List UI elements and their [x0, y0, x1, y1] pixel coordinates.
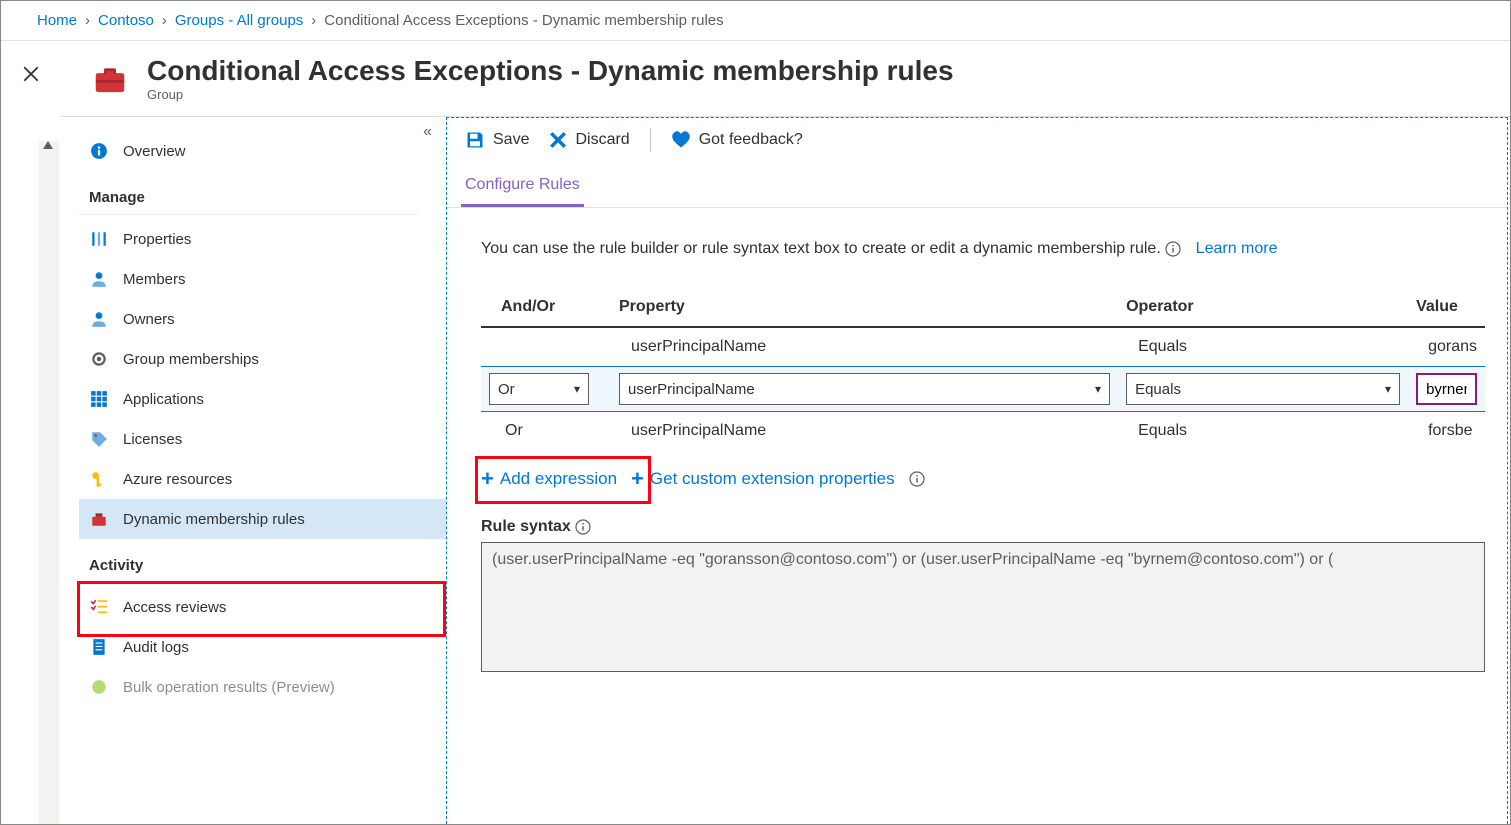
sidebar-item-label: Dynamic membership rules [123, 511, 305, 528]
person-icon [89, 309, 109, 329]
cell-property: userPrincipalName [611, 412, 1118, 451]
column-value: Value [1408, 288, 1485, 327]
custom-extension-button[interactable]: + Get custom extension properties [631, 468, 895, 490]
chevron-down-icon: ▾ [1385, 382, 1391, 396]
sidebar: « Overview Manage Properties [61, 117, 446, 824]
page-title: Conditional Access Exceptions - Dynamic … [147, 55, 954, 87]
add-expression-button[interactable]: + Add expression [481, 468, 617, 490]
sidebar-item-overview[interactable]: Overview [79, 131, 446, 171]
sidebar-item-label: Azure resources [123, 471, 232, 488]
tab-configure-rules[interactable]: Configure Rules [461, 166, 584, 207]
document-icon [89, 637, 109, 657]
sidebar-item-label: Owners [123, 311, 175, 328]
cell-andor [481, 327, 611, 367]
andor-dropdown[interactable]: Or ▾ [489, 373, 589, 405]
property-dropdown[interactable]: userPrincipalName ▾ [619, 373, 1110, 405]
info-icon [89, 141, 109, 161]
toolbar-divider [650, 128, 651, 152]
sidebar-item-audit-logs[interactable]: Audit logs [79, 627, 446, 667]
breadcrumb: Home › Contoso › Groups - All groups › C… [1, 1, 1510, 41]
learn-more-link[interactable]: Learn more [1196, 240, 1278, 257]
sidebar-section-activity: Activity [79, 539, 418, 583]
cell-value: forsbe [1408, 412, 1485, 451]
sidebar-item-access-reviews[interactable]: Access reviews [79, 587, 446, 627]
key-icon [89, 469, 109, 489]
sidebar-item-owners[interactable]: Owners [79, 299, 446, 339]
table-row: userPrincipalName Equals gorans [481, 327, 1485, 367]
discard-button[interactable]: Discard [549, 131, 629, 149]
sliders-icon [89, 229, 109, 249]
tag-icon [89, 429, 109, 449]
rule-syntax-label: Rule syntax [481, 518, 1485, 536]
cell-property: userPrincipalName [611, 327, 1118, 367]
value-input[interactable] [1416, 373, 1477, 405]
cell-operator: Equals [1118, 327, 1408, 367]
results-icon [89, 677, 109, 697]
sidebar-item-group-memberships[interactable]: Group memberships [79, 339, 446, 379]
table-row-active: Or ▾ userPrincipalName ▾ [481, 367, 1485, 412]
sidebar-item-azure-resources[interactable]: Azure resources [79, 459, 446, 499]
info-icon [909, 471, 925, 487]
cell-operator: Equals [1118, 412, 1408, 451]
save-label: Save [493, 131, 529, 149]
tab-bar: Configure Rules [447, 166, 1507, 208]
sidebar-item-label: Access reviews [123, 599, 226, 616]
chevron-right-icon: › [85, 12, 90, 29]
sidebar-item-properties[interactable]: Properties [79, 219, 446, 259]
plus-icon: + [631, 468, 644, 490]
scrollbar[interactable] [39, 141, 59, 824]
operator-dropdown[interactable]: Equals ▾ [1126, 373, 1400, 405]
chevron-right-icon: › [311, 12, 316, 29]
sidebar-item-label: Audit logs [123, 639, 189, 656]
discard-label: Discard [575, 131, 629, 149]
chevron-down-icon: ▾ [574, 382, 580, 396]
chevron-down-icon: ▾ [1095, 382, 1101, 396]
sidebar-item-label: Bulk operation results (Preview) [123, 679, 335, 696]
rule-syntax-textbox[interactable]: (user.userPrincipalName -eq "goransson@c… [481, 542, 1485, 672]
blade-content: Save Discard Got feedback? Configure Rul… [446, 117, 1508, 824]
column-operator: Operator [1118, 288, 1408, 327]
feedback-button[interactable]: Got feedback? [671, 130, 803, 150]
breadcrumb-groups[interactable]: Groups - All groups [175, 12, 303, 29]
table-row: Or userPrincipalName Equals forsbe [481, 412, 1485, 451]
sidebar-item-label: Members [123, 271, 186, 288]
sidebar-item-label: Overview [123, 143, 186, 160]
person-icon [89, 269, 109, 289]
briefcase-icon [89, 509, 109, 529]
page-header: Conditional Access Exceptions - Dynamic … [61, 41, 1510, 117]
toolbar: Save Discard Got feedback? [447, 118, 1507, 162]
briefcase-icon [91, 60, 129, 98]
rules-table: And/Or Property Operator Value userPrinc… [481, 288, 1485, 450]
cell-value: gorans [1408, 327, 1485, 367]
sidebar-item-bulk-results[interactable]: Bulk operation results (Preview) [79, 667, 446, 707]
close-icon[interactable] [22, 65, 40, 824]
sidebar-item-label: Applications [123, 391, 204, 408]
checklist-icon [89, 597, 109, 617]
sidebar-item-licenses[interactable]: Licenses [79, 419, 446, 459]
sidebar-item-label: Properties [123, 231, 191, 248]
column-andor: And/Or [481, 288, 611, 327]
save-button[interactable]: Save [465, 130, 529, 150]
intro-text: You can use the rule builder or rule syn… [481, 240, 1485, 258]
info-icon [1165, 241, 1181, 257]
sidebar-item-label: Licenses [123, 431, 182, 448]
column-property: Property [611, 288, 1118, 327]
page-subtitle: Group [147, 87, 954, 102]
sidebar-section-manage: Manage [79, 171, 418, 215]
chevron-right-icon: › [162, 12, 167, 29]
grid-icon [89, 389, 109, 409]
sidebar-item-members[interactable]: Members [79, 259, 446, 299]
breadcrumb-current: Conditional Access Exceptions - Dynamic … [324, 12, 723, 29]
plus-icon: + [481, 468, 494, 490]
sidebar-item-applications[interactable]: Applications [79, 379, 446, 419]
gear-icon [89, 349, 109, 369]
cell-andor: Or [481, 412, 611, 451]
info-icon [575, 519, 591, 535]
sidebar-item-label: Group memberships [123, 351, 259, 368]
sidebar-item-dynamic-membership[interactable]: Dynamic membership rules [79, 499, 446, 539]
breadcrumb-home[interactable]: Home [37, 12, 77, 29]
feedback-label: Got feedback? [699, 131, 803, 149]
breadcrumb-tenant[interactable]: Contoso [98, 12, 154, 29]
